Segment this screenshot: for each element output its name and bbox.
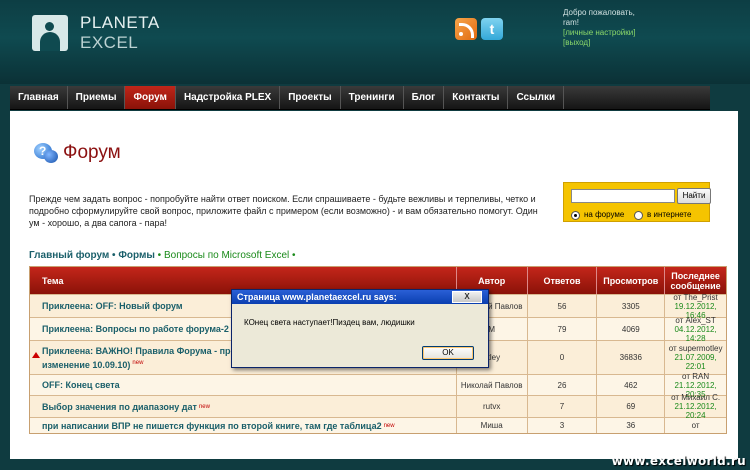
site-logo-text[interactable]: PLANETA EXCEL (80, 13, 160, 53)
last-post-cell: от Михаил С. 21.12.2012, 20:24 (665, 393, 726, 420)
radio-forum[interactable]: на форуме (571, 210, 624, 220)
topic-line2: изменение 10.09.10) (42, 359, 131, 370)
views-cell: 3305 (597, 295, 666, 317)
topic-line1: Приклеена: ВАЖНО! Правила Форума - проч (42, 345, 242, 356)
author-cell[interactable]: rutvx (457, 396, 528, 417)
last-post-cell: от (665, 418, 726, 433)
replies-cell: 56 (528, 295, 598, 317)
crumb-forums[interactable]: Формы (118, 250, 155, 261)
last-by: от RAN (682, 371, 710, 381)
new-badge: new (132, 359, 144, 366)
last-by: от (691, 421, 700, 430)
last-by: от The_Prist (673, 292, 718, 302)
replies-cell: 26 (528, 375, 598, 395)
new-badge: new (383, 422, 395, 429)
author-cell[interactable]: Николай Павлов (457, 375, 528, 395)
radio-internet-label: в интернете (647, 210, 692, 219)
nav-projects[interactable]: Проекты (280, 86, 341, 109)
views-cell: 36836 (597, 341, 666, 374)
search-box: Найти на форуме в интернете (563, 182, 711, 222)
dialog-message: КОнец света наступает!Пиздец вам, людишк… (244, 318, 415, 327)
nav-trainings[interactable]: Тренинги (341, 86, 404, 109)
table-row: Выбор значения по диапазону дат new rutvx… (30, 393, 726, 420)
intro-text: Прежде чем задать вопрос - попробуйте на… (29, 194, 538, 228)
replies-cell: 79 (528, 318, 598, 340)
twitter-icon[interactable]: t (481, 18, 503, 40)
last-by: от Alex_ST (675, 315, 716, 325)
topic-link[interactable]: при написании ВПР не пишется функция по … (30, 418, 457, 433)
nav-tricks[interactable]: Приемы (68, 86, 126, 109)
crumb-main[interactable]: Главный форум (29, 250, 109, 261)
radio-internet-dot[interactable] (634, 210, 643, 220)
user-name: ram! (563, 18, 579, 27)
radio-internet[interactable]: в интернете (634, 210, 691, 220)
topic-link[interactable]: OFF: Конец света (30, 375, 457, 395)
search-input[interactable] (571, 189, 675, 203)
settings-link[interactable]: [личные настройки] (563, 28, 635, 38)
radio-forum-dot[interactable] (571, 210, 580, 220)
nav-plex[interactable]: Надстройка PLEX (176, 86, 281, 109)
dialog-titlebar[interactable]: Страница www.planetaexcel.ru says: X (232, 290, 488, 304)
views-cell: 36 (597, 418, 666, 433)
nav-contacts[interactable]: Контакты (444, 86, 509, 109)
replies-cell: 0 (528, 341, 598, 374)
table-row: OFF: Конец света Николай Павлов 26 462 о… (30, 371, 726, 399)
topic-text: Выбор значения по диапазону дат (42, 401, 197, 412)
nav-blog[interactable]: Блог (404, 86, 445, 109)
col-replies: Ответов (528, 267, 598, 294)
rss-icon[interactable] (455, 18, 477, 40)
views-cell: 4069 (597, 318, 666, 340)
topic-text: при написании ВПР не пишется функция по … (42, 420, 382, 431)
nav-home[interactable]: Главная (10, 86, 68, 109)
replies-cell: 3 (528, 418, 598, 433)
arrow-up-icon (32, 352, 40, 358)
crumb-sep1: • (109, 250, 119, 261)
content-panel: ? Форум Прежде чем задать вопрос - попро… (10, 111, 738, 459)
close-button[interactable]: X (452, 291, 482, 303)
last-by: от Михаил С. (671, 393, 721, 402)
replies-cell: 7 (528, 396, 598, 417)
page-title: Форум (63, 142, 121, 163)
author-cell[interactable]: Миша (457, 418, 528, 433)
site-header: PLANETA EXCEL t Добро пожаловать, ram! [… (0, 0, 750, 84)
watermark: www.excelworld.ru (611, 454, 746, 468)
topic-link[interactable]: Выбор значения по диапазону дат new (30, 396, 457, 417)
logo-line2: EXCEL (80, 33, 139, 52)
alert-dialog: Страница www.planetaexcel.ru says: X КОн… (231, 289, 489, 368)
user-box: Добро пожаловать, ram! [личные настройки… (563, 8, 635, 48)
col-views: Просмотров (597, 267, 666, 294)
last-post-cell: от The_Prist 19.12.2012, 16:46 (665, 292, 726, 320)
last-date[interactable]: 21.07.2009, 22:01 (665, 353, 726, 371)
dialog-title: Страница www.planetaexcel.ru says: (237, 292, 397, 302)
logo-icon[interactable] (32, 15, 68, 51)
nav-links[interactable]: Ссылки (508, 86, 565, 109)
search-button[interactable]: Найти (677, 188, 711, 204)
last-date[interactable]: 04.12.2012, 14:28 (665, 325, 726, 343)
logo-line1: PLANETA (80, 13, 160, 32)
last-post-cell: от supermotley 21.07.2009, 22:01 (665, 341, 726, 374)
last-by: от supermotley (668, 344, 723, 353)
crumb-sep2: • (154, 250, 164, 261)
page-heading: ? Форум (34, 141, 121, 165)
views-cell: 462 (597, 375, 666, 395)
crumb-tail: • (289, 250, 296, 261)
col-last: Последнее сообщение (670, 270, 721, 291)
ok-button[interactable]: OK (422, 346, 474, 360)
radio-forum-label: на форуме (584, 210, 625, 219)
crumb-current[interactable]: Вопросы по Microsoft Excel (164, 250, 289, 261)
nav-forum[interactable]: Форум (125, 86, 176, 109)
last-post-cell: от Alex_ST 04.12.2012, 14:28 (665, 315, 726, 343)
forum-bubbles-icon: ? (34, 141, 58, 165)
logout-link[interactable]: [выход] (563, 38, 635, 48)
new-badge: new (198, 403, 210, 410)
last-post-cell: от RAN 21.12.2012, 20:35 (665, 371, 726, 399)
greeting: Добро пожаловать, (563, 8, 635, 17)
table-row: при написании ВПР не пишется функция по … (30, 417, 726, 433)
views-cell: 69 (597, 396, 666, 417)
main-nav: Главная Приемы Форум Надстройка PLEX Про… (10, 86, 710, 110)
breadcrumb: Главный форум • Формы • Вопросы по Micro… (29, 250, 296, 261)
